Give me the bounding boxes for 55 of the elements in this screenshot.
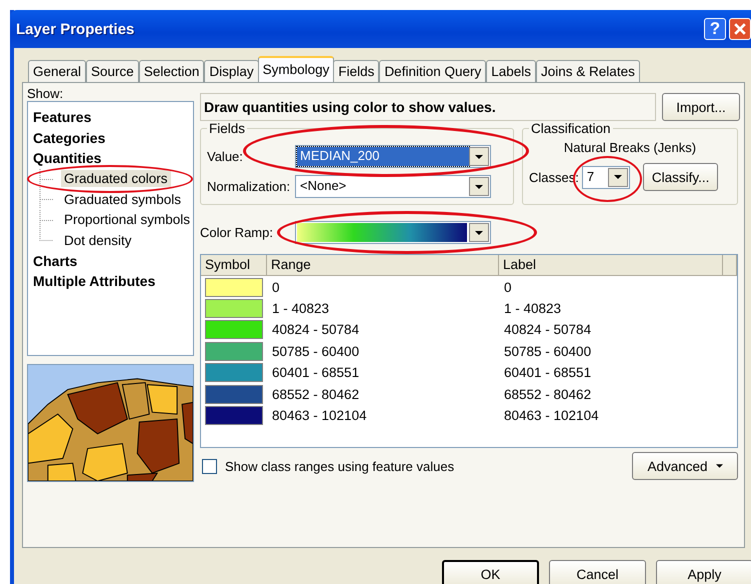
table-cell: 50785 - 60400 xyxy=(504,344,592,359)
classify-button[interactable]: Classify... xyxy=(642,163,718,191)
window-title: Layer Properties xyxy=(16,20,136,38)
tab[interactable]: Symbology xyxy=(258,56,334,82)
table-cell: 50785 - 60400 xyxy=(272,344,360,359)
table-cell: 0 xyxy=(504,280,512,295)
help-button[interactable]: ? xyxy=(704,18,726,40)
tree-item[interactable]: Charts xyxy=(31,250,80,271)
normalization-dropdown[interactable]: <None> xyxy=(295,175,491,198)
import-button[interactable]: Import... xyxy=(662,93,740,121)
column-header[interactable]: Symbol xyxy=(201,255,267,275)
table-cell: 0 xyxy=(272,280,280,295)
column-header[interactable]: Range xyxy=(267,255,499,275)
classes-dropdown[interactable]: 7 xyxy=(582,166,630,188)
tab[interactable]: Definition Query xyxy=(379,60,486,82)
tree-item[interactable]: Categories xyxy=(31,128,108,148)
group-title: Fields xyxy=(208,121,246,136)
advanced-button[interactable]: Advanced xyxy=(632,452,738,480)
dialog-button[interactable]: Apply xyxy=(656,560,751,584)
dialog-button[interactable]: Cancel xyxy=(549,560,646,584)
tab[interactable]: Labels xyxy=(486,60,536,82)
checkbox-label: Show class ranges using feature values xyxy=(225,458,454,474)
tab[interactable]: Source xyxy=(86,60,139,82)
value-dropdown[interactable]: MEDIAN_200 xyxy=(295,145,491,168)
table-cell: 40824 - 50784 xyxy=(272,322,360,338)
tab[interactable]: Fields xyxy=(333,60,380,82)
table-cell: 68552 - 80462 xyxy=(272,386,360,402)
tab[interactable]: Joins & Relates xyxy=(536,60,640,82)
tree-item[interactable]: Quantities xyxy=(31,148,104,168)
dialog-button[interactable]: OK xyxy=(442,560,539,584)
tree-item[interactable]: Proportional symbols xyxy=(61,211,194,228)
column-header[interactable]: Label xyxy=(499,255,723,275)
tree-item[interactable]: Dot density xyxy=(61,232,135,249)
color-ramp-label: Color Ramp: xyxy=(200,225,274,240)
table-cell: 80463 - 102104 xyxy=(504,408,599,424)
tree-item[interactable]: Graduated symbols xyxy=(61,190,184,208)
tab[interactable]: Selection xyxy=(138,60,204,82)
group-title: Classification xyxy=(530,121,612,136)
table-cell: 80463 - 102104 xyxy=(272,408,367,424)
tree-item[interactable]: Graduated colors xyxy=(61,170,171,188)
tab[interactable]: General xyxy=(28,60,86,82)
table-cell: 60401 - 68551 xyxy=(272,365,360,380)
table-cell: 60401 - 68551 xyxy=(504,365,592,380)
method-text: Natural Breaks (Jenks) xyxy=(564,140,696,155)
value-label: Value: xyxy=(207,149,244,164)
tab[interactable]: Display xyxy=(204,60,259,82)
normalization-label: Normalization: xyxy=(207,179,292,194)
tree-item[interactable]: Multiple Attributes xyxy=(31,271,158,292)
table-cell: 68552 - 80462 xyxy=(504,386,592,402)
tree-item[interactable]: Features xyxy=(31,107,94,128)
table-cell: 40824 - 50784 xyxy=(504,322,592,338)
table-cell: 1 - 40823 xyxy=(504,301,562,316)
description-text: Draw quantities using color to show values. xyxy=(200,93,656,121)
table-cell: 1 - 40823 xyxy=(272,301,330,316)
show-label: Show: xyxy=(27,87,64,101)
